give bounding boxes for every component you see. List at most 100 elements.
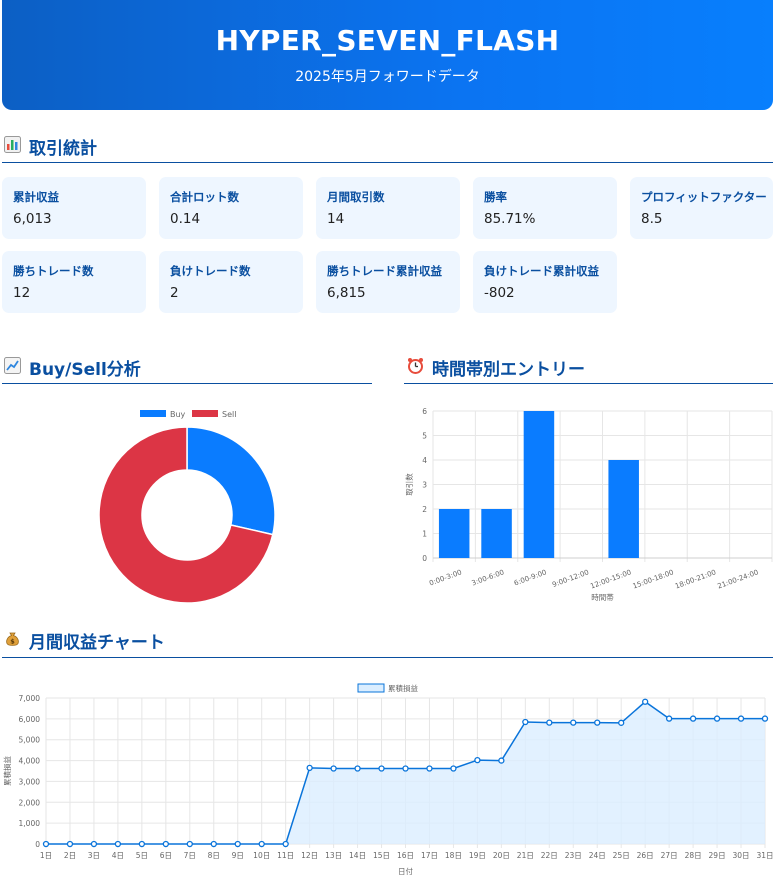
- stat-label: 負けトレード数: [170, 264, 251, 278]
- data-point: [426, 765, 433, 772]
- data-point: [234, 840, 241, 848]
- x-tick-label: 4日: [112, 851, 124, 860]
- page-subtitle: 2025年5月フォワードデータ: [295, 69, 480, 85]
- stat-value: 14: [327, 211, 345, 227]
- y-tick-label: 1,000: [19, 819, 41, 828]
- data-point: [354, 765, 361, 772]
- stat-card-total-lots: 合計ロット数 0.14: [159, 177, 303, 239]
- x-tick-label: 22日: [541, 851, 558, 860]
- x-tick-label: 7日: [184, 851, 196, 860]
- data-point: [114, 840, 122, 848]
- page-title: HYPER_SEVEN_FLASH: [215, 24, 560, 57]
- stat-label: 累計収益: [13, 190, 59, 204]
- x-tick-label: 18日: [445, 851, 462, 860]
- data-point: [713, 715, 721, 722]
- hours-divider: [404, 383, 773, 384]
- x-tick-label: 28日: [685, 851, 702, 860]
- data-point: [90, 840, 98, 848]
- x-tick-label: 24日: [589, 851, 606, 860]
- data-point: [306, 764, 313, 772]
- doughnut-slice-buy: [186, 426, 276, 536]
- x-tick-label: 27日: [661, 851, 678, 860]
- x-tick-label: 3日: [88, 851, 100, 860]
- bar: [438, 509, 470, 558]
- x-tick-label: 31日: [756, 851, 773, 860]
- data-point: [522, 718, 529, 726]
- y-tick-label: 2: [422, 505, 427, 514]
- hours-section-title: 時間帯別エントリー: [407, 355, 585, 380]
- legend-swatch-buy: [140, 410, 166, 417]
- bar: [608, 460, 639, 558]
- stat-card-win-count: 勝ちトレード数 12: [2, 251, 146, 313]
- x-tick-label: 15日: [373, 851, 390, 860]
- buysell-doughnut-chart: Buy Sell: [98, 410, 276, 604]
- y-tick-label: 5,000: [19, 736, 41, 745]
- alarm-clock-icon: [407, 357, 424, 378]
- stat-value: 2: [170, 285, 179, 301]
- x-tick-label: 15:00-18:00: [632, 568, 675, 590]
- y-tick-label: 7,000: [19, 694, 41, 703]
- x-tick-label: 26日: [637, 851, 654, 860]
- data-point: [570, 719, 577, 726]
- stat-value: 8.5: [641, 211, 663, 227]
- x-tick-label: 12日: [301, 851, 318, 860]
- stat-card-monthly-trades: 月間取引数 14: [316, 177, 460, 239]
- stat-value: -802: [484, 285, 515, 301]
- data-point: [594, 719, 601, 726]
- monthly-title-text: 月間収益チャート: [29, 633, 165, 653]
- data-point: [498, 757, 505, 764]
- stat-card-loss-count: 負けトレード数 2: [159, 251, 303, 313]
- x-tick-label: 21日: [517, 851, 534, 860]
- stat-label: 負けトレード累計収益: [484, 264, 599, 278]
- data-point: [138, 840, 146, 848]
- stat-value: 6,013: [13, 211, 52, 227]
- x-tick-label: 1日: [40, 851, 52, 860]
- stats-title-text: 取引統計: [29, 139, 97, 159]
- y-tick-label: 4: [422, 456, 427, 465]
- legend-swatch-cumulative: [357, 683, 385, 693]
- y-tick-label: 6,000: [19, 715, 41, 724]
- stat-card-loss-profit: 負けトレード累計収益 -802: [473, 251, 617, 313]
- stat-card-profit-factor: プロフィットファクター 8.5: [630, 177, 773, 239]
- data-point: [618, 719, 625, 726]
- x-tick-label: 16日: [397, 851, 414, 860]
- stats-section-title: 取引統計: [4, 134, 97, 159]
- stat-card-win-profit: 勝ちトレード累計収益 6,815: [316, 251, 460, 313]
- x-tick-label: 8日: [208, 851, 220, 860]
- x-tick-label: 9:00-12:00: [551, 568, 590, 589]
- monthly-profit-chart: 累積損益 0 1,000 2,000 3,000 4,000 5,000 6,000 7,000…: [2, 683, 773, 876]
- monthly-section-title: $ 月間収益チャート: [4, 628, 165, 653]
- bar: [481, 509, 512, 558]
- buysell-title-text: Buy/Sell分析: [29, 360, 141, 380]
- stat-value: 12: [13, 285, 31, 301]
- x-tick-label: 0:00-3:00: [428, 568, 463, 587]
- stat-value: 85.71%: [484, 211, 536, 227]
- legend-label-sell: Sell: [222, 410, 236, 419]
- data-point: [450, 765, 457, 772]
- stat-card-total-profit: 累計収益 6,013: [2, 177, 146, 239]
- x-tick-label: 6日: [160, 851, 172, 860]
- hours-title-text: 時間帯別エントリー: [432, 360, 585, 380]
- x-tick-label: 12:00-15:00: [589, 568, 632, 590]
- y-tick-label: 4,000: [19, 757, 41, 766]
- y-axis-title: 取引数: [404, 473, 414, 496]
- x-tick-label: 23日: [565, 851, 582, 860]
- hourly-bar-chart: 0 1 2 3 4 5 6 0:00-3:00 3:00-6:00 6:00-9:00 9:00-1…: [404, 407, 773, 602]
- x-tick-label: 6:00-9:00: [513, 568, 548, 587]
- data-point: [737, 715, 745, 722]
- data-point: [66, 840, 74, 848]
- stat-label: プロフィットファクター: [641, 190, 767, 204]
- stat-label: 勝ちトレード数: [13, 264, 94, 278]
- x-tick-label: 20日: [493, 851, 510, 860]
- data-point: [210, 840, 217, 848]
- x-axis-title: 時間帯: [591, 592, 614, 602]
- data-point: [42, 840, 50, 848]
- x-tick-label: 17日: [421, 851, 438, 860]
- data-point: [402, 765, 409, 772]
- x-tick-label: 5日: [136, 851, 148, 860]
- data-point: [378, 765, 385, 772]
- x-tick-label: 2日: [64, 851, 76, 860]
- bar: [523, 411, 555, 558]
- buysell-section-title: Buy/Sell分析: [4, 355, 141, 380]
- x-tick-label: 25日: [613, 851, 630, 860]
